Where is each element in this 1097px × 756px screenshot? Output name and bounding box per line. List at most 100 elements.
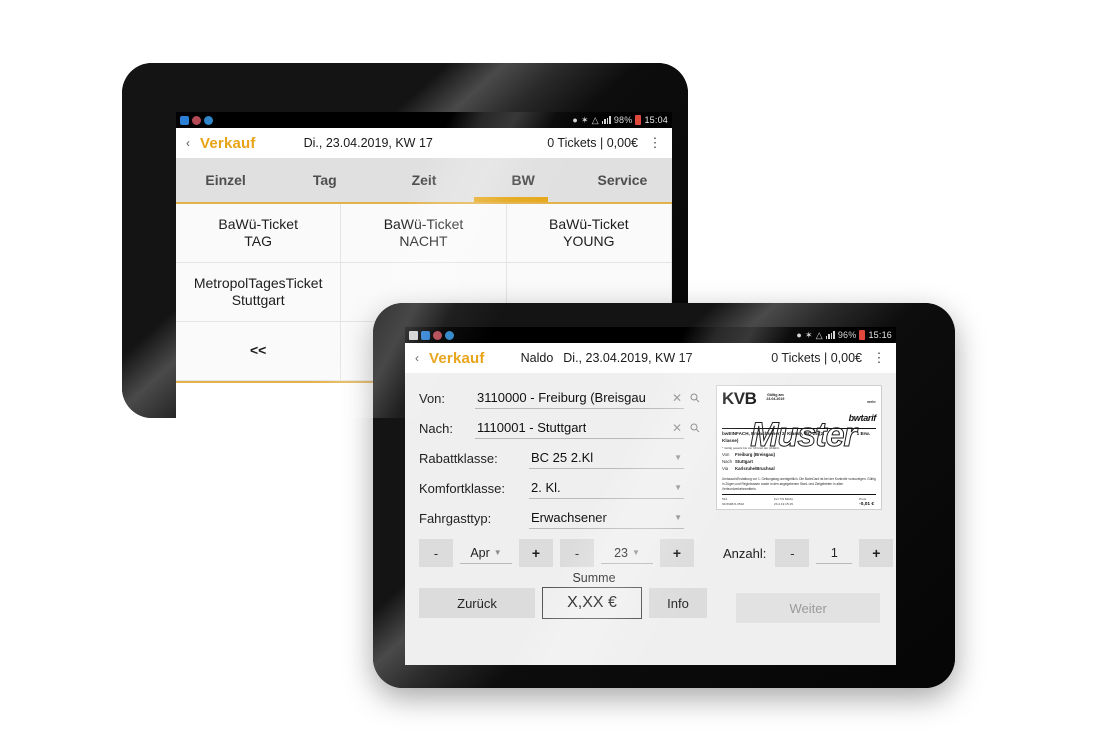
- app-red-icon: [192, 115, 201, 125]
- ticket-validity-line2: 23.04.2019: [766, 397, 785, 402]
- grid-item-metropol-stuttgart[interactable]: MetropolTagesTicket Stuttgart: [176, 263, 342, 322]
- weiter-button[interactable]: Weiter: [736, 593, 881, 623]
- tab-tag[interactable]: Tag: [275, 172, 374, 188]
- bluetooth-icon: ✶: [580, 114, 589, 125]
- grid-item-bawue-tag[interactable]: BaWü-Ticket TAG: [176, 204, 342, 263]
- komfortklasse-select[interactable]: 2. Kl. ▼: [529, 477, 684, 499]
- bluetooth-icon: ✶: [804, 329, 813, 340]
- date-label: Di., 23.04.2019, KW 17: [303, 136, 433, 150]
- grid-item-label: BaWü-Ticket TAG: [218, 215, 298, 250]
- chevron-down-icon[interactable]: ▼: [494, 548, 502, 557]
- zurueck-button[interactable]: Zurück: [419, 588, 535, 618]
- nach-label: Nach:: [419, 420, 453, 436]
- chevron-left-icon[interactable]: ‹: [415, 351, 419, 365]
- month-decrement-button[interactable]: -: [419, 539, 453, 567]
- month-value: Apr: [470, 545, 490, 560]
- app-cyan-icon: [445, 330, 454, 340]
- ticket-footer-col2-line1: incl 7% MwSt.: [774, 497, 794, 502]
- grid-item-label: MetropolTagesTicket Stuttgart: [193, 274, 323, 309]
- ticket-terms: Umtausch/Erstattung vor 1. Geltungstag u…: [722, 476, 876, 491]
- front-tablet-device: ● ✶ △ 96% 15:16 ‹ Verkauf Naldo Di., 23.…: [373, 303, 955, 688]
- rabattklasse-select[interactable]: BC 25 2.Kl ▼: [529, 447, 684, 469]
- status-time: 15:16: [868, 330, 892, 340]
- page-title: Verkauf: [429, 349, 485, 367]
- day-value: 23: [614, 545, 628, 560]
- ticket-route-key: Von: [722, 452, 730, 458]
- tab-service[interactable]: Service: [573, 172, 672, 188]
- app-cyan-icon: [204, 115, 213, 125]
- chevron-down-icon[interactable]: ▼: [674, 513, 682, 522]
- anzahl-increment-button[interactable]: +: [859, 539, 894, 567]
- page-title: Verkauf: [200, 134, 256, 152]
- ticket-footer-col1-line2: 99-5998-5-3510: [722, 501, 745, 506]
- tab-zeit[interactable]: Zeit: [374, 172, 473, 188]
- von-label: Von:: [419, 390, 446, 406]
- ticket-brand-main: bwtarif: [848, 413, 877, 423]
- field-row-fahrgasttyp: Fahrgasttyp: Erwachsener ▼: [419, 503, 706, 533]
- tab-einzel[interactable]: Einzel: [176, 172, 275, 188]
- grid-item-bawue-nacht[interactable]: BaWü-Ticket NACHT: [341, 204, 507, 263]
- month-increment-button[interactable]: +: [519, 539, 553, 567]
- chevron-down-icon[interactable]: ▼: [674, 483, 682, 492]
- kebab-menu-icon[interactable]: ⋮: [648, 135, 662, 151]
- kebab-menu-icon[interactable]: ⋮: [872, 350, 886, 366]
- info-button[interactable]: Info: [649, 588, 707, 618]
- signal-bars-icon: [825, 331, 835, 339]
- day-select[interactable]: 23 ▼: [601, 542, 653, 564]
- chevron-down-icon[interactable]: ▼: [632, 548, 640, 557]
- ticket-route: Von Freiburg (Breisgau) Nach Stuttgart Via…: [722, 452, 876, 473]
- grid-item-label: BaWü-Ticket NACHT: [383, 215, 464, 250]
- front-app-bar: ‹ Verkauf Naldo Di., 23.04.2019, KW 17 0…: [405, 343, 896, 373]
- ticket-price-label: Preis: [859, 497, 867, 502]
- ticket-payment-label: Bar/Zahlung: [859, 509, 876, 510]
- ticket-footer-col1-line1: 541: [722, 497, 728, 502]
- location-pin-icon: ●: [572, 114, 578, 125]
- front-tablet-screen: ● ✶ △ 96% 15:16 ‹ Verkauf Naldo Di., 23.…: [405, 327, 896, 665]
- anzahl-row: Anzahl: - 1 +: [723, 539, 894, 567]
- back-status-bar: ● ✶ △ 98% 15:04: [176, 112, 672, 128]
- von-value: 3110000 - Freiburg (Breisgau: [477, 390, 646, 405]
- search-icon[interactable]: [684, 392, 706, 404]
- fahrgasttyp-select[interactable]: Erwachsener ▼: [529, 507, 684, 529]
- location-pin-icon: ●: [796, 329, 802, 340]
- search-icon[interactable]: [684, 422, 706, 434]
- chevron-left-icon[interactable]: ‹: [186, 136, 190, 150]
- ticket-route-value: Karlsruhe/Bruchsal: [735, 466, 775, 472]
- anzahl-value-field[interactable]: 1: [816, 542, 853, 564]
- battery-icon: [635, 115, 642, 125]
- screen-icon: [409, 330, 418, 340]
- anzahl-decrement-button[interactable]: -: [775, 539, 810, 567]
- ticket-divider-2: [722, 494, 876, 496]
- day-increment-button[interactable]: +: [660, 539, 694, 567]
- status-time: 15:04: [644, 115, 668, 125]
- ticket-logo: KVB: [722, 389, 757, 408]
- field-row-nach: Nach: 1110001 - Stuttgart ✕: [419, 413, 706, 443]
- grid-item-label: BaWü-Ticket YOUNG: [549, 215, 629, 250]
- ticket-footer: 541 99-5998-5-3510 incl 7% MwSt. 23.4.19…: [722, 497, 876, 510]
- nach-input[interactable]: 1110001 - Stuttgart ✕: [475, 417, 684, 439]
- field-row-von: Von: 3110000 - Freiburg (Breisgau ✕: [419, 383, 706, 413]
- pip-icon: [421, 330, 430, 340]
- clear-x-icon[interactable]: ✕: [672, 391, 682, 405]
- von-input[interactable]: 3110000 - Freiburg (Breisgau ✕: [475, 387, 684, 409]
- anzahl-value: 1: [830, 545, 838, 560]
- ticket-footer-col2-line2: 23.4.19 15:15: [774, 501, 793, 506]
- anzahl-label: Anzahl:: [723, 545, 767, 561]
- nach-value: 1110001 - Stuttgart: [477, 420, 587, 435]
- date-stepper-row: - Apr ▼ + - 23 ▼ +: [419, 539, 707, 567]
- tab-bw[interactable]: BW: [474, 172, 573, 188]
- grid-item-label: <<: [249, 342, 267, 359]
- summe-value-box[interactable]: X,XX €: [542, 587, 642, 619]
- ticket-total-label: 0 Tickets | 0,00€: [547, 136, 638, 150]
- summe-label: Summe: [572, 571, 616, 585]
- date-label: Di., 23.04.2019, KW 17: [563, 351, 693, 365]
- grid-item-bawue-young[interactable]: BaWü-Ticket YOUNG: [506, 204, 672, 263]
- signal-bars-icon: [601, 116, 611, 124]
- back-app-bar: ‹ Verkauf Di., 23.04.2019, KW 17 0 Ticke…: [176, 128, 672, 158]
- wifi-icon: △: [591, 114, 599, 125]
- grid-item-prev-page[interactable]: <<: [176, 322, 342, 381]
- clear-x-icon[interactable]: ✕: [672, 421, 682, 435]
- day-decrement-button[interactable]: -: [560, 539, 594, 567]
- chevron-down-icon[interactable]: ▼: [674, 453, 682, 462]
- month-select[interactable]: Apr ▼: [460, 542, 512, 564]
